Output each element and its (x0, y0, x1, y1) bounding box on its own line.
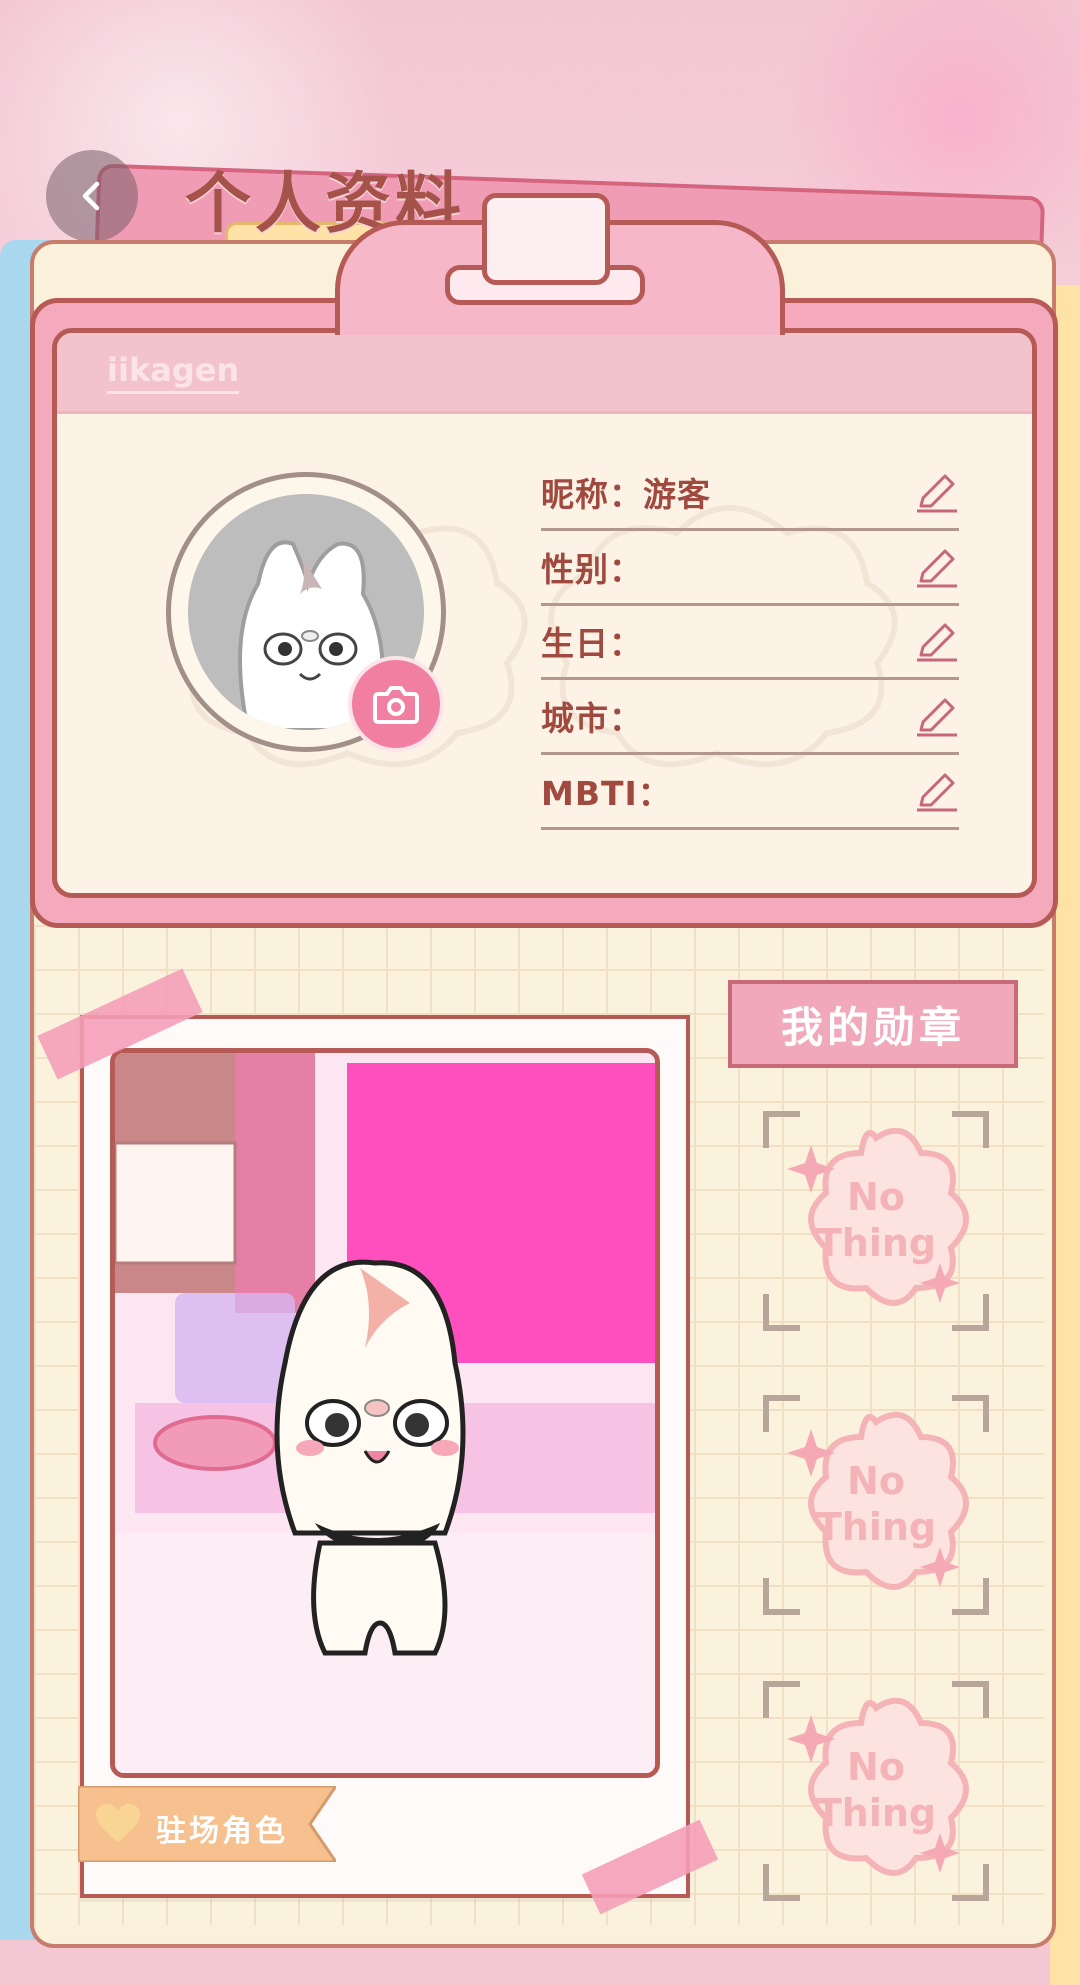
medals-title: 我的勋章 (728, 980, 1018, 1068)
edit-pencil-icon[interactable] (915, 545, 959, 589)
resident-character-label: 驻场角色 (156, 1814, 288, 1849)
field-label-nickname: 昵称：游客 (541, 475, 711, 514)
badge-line-1: No (847, 1175, 905, 1219)
badge-slot[interactable]: No Thing (760, 1392, 992, 1618)
badge-line-2: Thing (815, 1791, 937, 1835)
badge-empty-text: No Thing (760, 1744, 992, 1836)
field-label-gender: 性别： (541, 550, 643, 589)
edit-pencil-icon[interactable] (915, 694, 959, 738)
badge-line-2: Thing (815, 1505, 937, 1549)
camera-icon (373, 686, 419, 724)
id-card-header: iikagen (57, 333, 1032, 414)
medals-title-text: 我的勋章 (780, 1002, 965, 1052)
field-birthday[interactable]: 生日： (541, 605, 959, 680)
edit-pencil-icon[interactable] (915, 619, 959, 663)
character-scene[interactable] (110, 1048, 660, 1778)
field-mbti[interactable]: MBTI： (541, 755, 959, 830)
badge-line-2: Thing (815, 1221, 937, 1265)
field-label-birthday: 生日： (541, 624, 643, 663)
clip-tab (482, 193, 610, 285)
field-gender[interactable]: 性别： (541, 531, 959, 606)
heart-icon (96, 1804, 140, 1842)
badge-empty-text: No Thing (760, 1174, 992, 1266)
field-nickname[interactable]: 昵称：游客 (541, 456, 959, 531)
badge-slot[interactable]: No Thing (760, 1678, 992, 1904)
edit-pencil-icon[interactable] (915, 769, 959, 813)
field-label-mbti: MBTI： (541, 774, 672, 813)
room-scene-image (115, 1053, 655, 1773)
badge-empty-text: No Thing (760, 1458, 992, 1550)
edit-pencil-icon[interactable] (915, 470, 959, 514)
badge-line-1: No (847, 1459, 905, 1503)
username: iikagen (107, 351, 240, 394)
camera-button[interactable] (348, 656, 444, 752)
field-city[interactable]: 城市： (541, 680, 959, 755)
chevron-left-icon (82, 181, 100, 211)
field-label-city: 城市： (541, 699, 643, 738)
resident-character-tag: 驻场角色 (76, 1784, 339, 1864)
badge-line-1: No (847, 1745, 905, 1789)
back-button[interactable] (46, 150, 138, 242)
badge-slot[interactable]: No Thing (760, 1108, 992, 1334)
